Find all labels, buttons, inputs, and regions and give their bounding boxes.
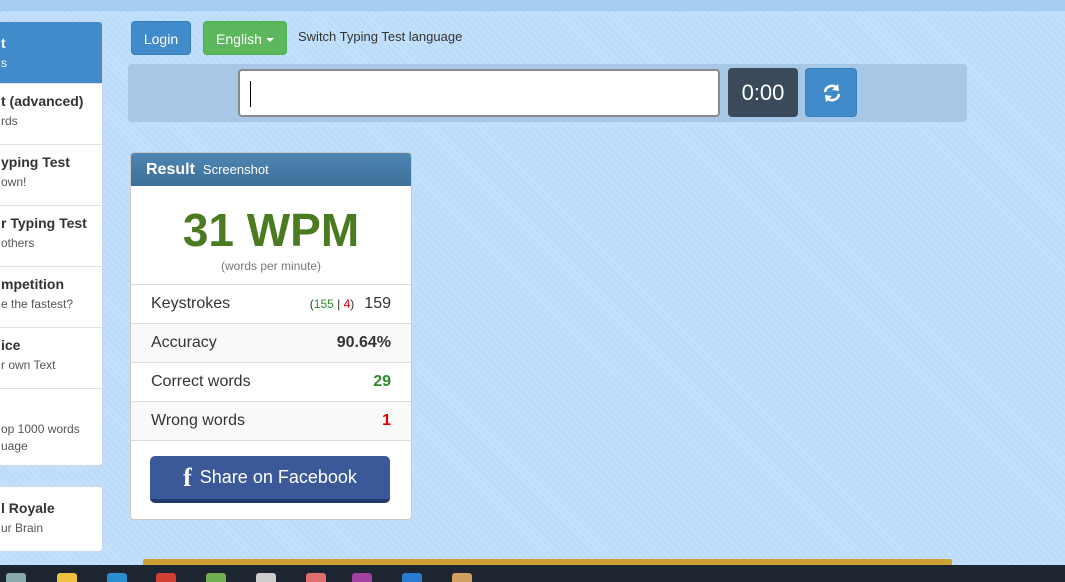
accuracy-label: Accuracy — [151, 334, 217, 351]
app-icon-4[interactable] — [452, 573, 472, 582]
sidebar-item-practice[interactable]: ice r own Text — [0, 328, 102, 389]
correct-words-value: 29 — [373, 373, 391, 390]
screenshot-link[interactable]: Screenshot — [203, 162, 269, 177]
result-header: Result Screenshot — [131, 153, 411, 186]
typing-input[interactable] — [238, 69, 720, 117]
task-view-icon[interactable] — [6, 573, 26, 582]
sidebar-item-title: yping Test — [1, 154, 70, 170]
wrong-words-row: Wrong words 1 — [131, 402, 411, 441]
wpm-value: 31 WPM — [182, 204, 360, 256]
sidebar-item-title — [1, 397, 102, 421]
taskbar — [0, 565, 1065, 582]
refresh-icon — [823, 84, 841, 102]
facebook-icon: f — [183, 463, 192, 492]
sidebar-item-subtitle: r own Text — [1, 358, 56, 372]
accuracy-row: Accuracy 90.64% — [131, 324, 411, 363]
app-icon-2[interactable] — [306, 573, 326, 582]
sidebar-item-subtitle: rds — [1, 114, 18, 128]
sidebar-item-typing-test[interactable]: t s — [0, 22, 102, 84]
result-title: Result — [146, 161, 195, 178]
file-explorer-icon[interactable] — [57, 573, 77, 582]
keystrokes-row: Keystrokes (155 | 4) 159 — [131, 285, 411, 324]
sidebar-item-advanced[interactable]: t (advanced) rds — [0, 84, 102, 145]
restart-button[interactable] — [805, 68, 857, 117]
language-label: English — [216, 31, 262, 47]
wpm-box: 31 WPM (words per minute) — [131, 186, 411, 285]
sidebar-item-subtitle: own! — [1, 175, 27, 189]
sidebar-extra-card: l Royale ur Brain — [0, 486, 103, 552]
sidebar-item-title: ice — [1, 337, 21, 353]
accuracy-value: 90.64% — [336, 334, 391, 351]
language-hint: Switch Typing Test language — [298, 29, 463, 44]
sidebar-item-title: mpetition — [1, 276, 64, 292]
sidebar-item-subtitle: e the fastest? — [1, 297, 74, 311]
correct-words-row: Correct words 29 — [131, 363, 411, 402]
language-dropdown[interactable]: English — [203, 21, 287, 55]
caret-down-icon — [265, 38, 274, 43]
sidebar-item-custom-test[interactable]: yping Test own! — [0, 145, 102, 206]
sidebar-menu: t s t (advanced) rds yping Test own! r T… — [0, 21, 103, 466]
wpm-caption: (words per minute) — [220, 259, 322, 273]
sidebar-item-title: r Typing Test — [1, 215, 87, 231]
wrong-words-label: Wrong words — [151, 412, 245, 429]
keystrokes-value: (155 | 4) 159 — [310, 295, 391, 313]
sidebar-item-competition[interactable]: mpetition e the fastest? — [0, 267, 102, 328]
sidebar-item-subtitle: ur Brain — [1, 521, 44, 535]
paint-icon[interactable] — [206, 573, 226, 582]
paren-close: ) — [350, 297, 355, 311]
edge-icon[interactable] — [107, 573, 127, 582]
keystrokes-detail: (155 | 4) — [310, 297, 355, 311]
sidebar-item-multiplayer[interactable]: r Typing Test others — [0, 206, 102, 267]
keystrokes-label: Keystrokes — [151, 295, 231, 312]
sidebar-item-title: l Royale — [1, 500, 55, 516]
wrong-words-value: 1 — [382, 412, 391, 429]
share-label: Share on Facebook — [199, 467, 357, 487]
sidebar-item-title: t (advanced) — [1, 93, 84, 109]
separator: | — [337, 297, 341, 311]
chrome-icon[interactable] — [156, 573, 176, 582]
keystrokes-total: 159 — [364, 295, 391, 312]
sidebar-item-subtitle-2: uage — [1, 439, 28, 453]
app-icon[interactable] — [256, 573, 276, 582]
timer-display: 0:00 — [728, 68, 798, 117]
typing-row: 0:00 — [128, 64, 967, 122]
keystrokes-correct: 155 — [313, 297, 334, 311]
sidebar-item-top-words[interactable]: op 1000 words uage — [0, 389, 102, 465]
login-label: Login — [143, 31, 179, 47]
result-panel: Result Screenshot 31 WPM (words per minut… — [130, 152, 412, 520]
text-cursor — [250, 81, 251, 107]
vscode-icon[interactable] — [402, 573, 422, 582]
sidebar-item-title: t — [1, 35, 6, 51]
app-icon-3[interactable] — [352, 573, 372, 582]
sidebar-item-subtitle: op 1000 words — [1, 422, 80, 436]
top-strip — [0, 0, 1065, 11]
login-button[interactable]: Login — [131, 21, 191, 55]
correct-words-label: Correct words — [151, 373, 251, 390]
sidebar-item-subtitle: s — [1, 56, 7, 70]
sidebar-item-subtitle: others — [1, 236, 35, 250]
share-facebook-button[interactable]: f Share on Facebook — [150, 456, 390, 503]
sidebar-item-royale[interactable]: l Royale ur Brain — [0, 487, 102, 548]
